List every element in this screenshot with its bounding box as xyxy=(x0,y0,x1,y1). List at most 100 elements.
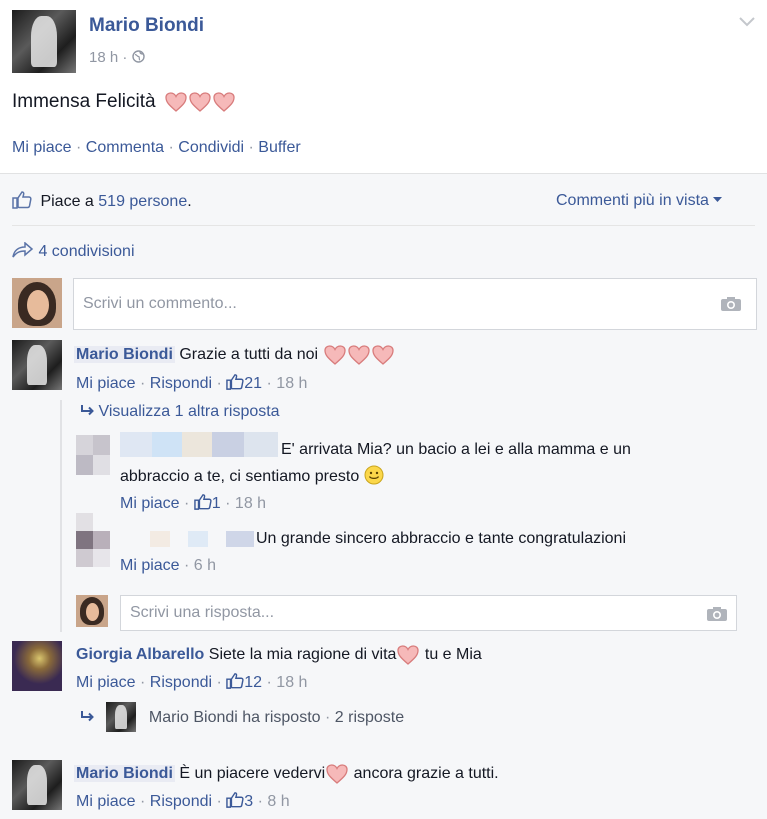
divider xyxy=(12,225,755,226)
replied-by-text: Mario Biondi ha risposto xyxy=(148,709,321,726)
comment-like-count[interactable]: 12 xyxy=(244,674,262,691)
comment-text-after: tu e Mia xyxy=(424,646,482,664)
reply-time[interactable]: 6 h xyxy=(194,557,216,574)
heart-icon xyxy=(213,92,235,112)
reply-actions: Mi piace · 6 h xyxy=(120,557,217,574)
comment-actions: Mi piace · Rispondi · 12 · 18 h xyxy=(76,673,308,691)
comment-body: Mario Biondi È un piacere vedervi ancora… xyxy=(74,762,499,786)
reply-like-link[interactable]: Mi piace xyxy=(120,495,180,512)
smiley-icon xyxy=(364,465,384,485)
like-link[interactable]: Mi piace xyxy=(12,139,72,156)
comment-text-after: ancora grazie a tutti. xyxy=(353,765,499,783)
reply-text: Un grande sincero abbraccio e tante cong… xyxy=(256,530,627,547)
comment-order-label: Commenti più in vista xyxy=(556,192,709,209)
reply-arrow-icon xyxy=(81,711,94,722)
reply-like-count[interactable]: 1 xyxy=(212,495,221,512)
caret-down-icon xyxy=(713,197,723,202)
thumbs-up-icon xyxy=(194,494,212,510)
comment-input-placeholder: Scrivi un commento... xyxy=(83,295,237,312)
comment-reply-link[interactable]: Rispondi xyxy=(150,793,212,810)
post-author-name[interactable]: Mario Biondi xyxy=(89,15,204,37)
hearts-emoticon xyxy=(323,345,395,365)
reply-input-placeholder: Scrivi una risposta... xyxy=(130,604,275,621)
reply-input[interactable]: Scrivi una risposta... xyxy=(120,595,737,631)
camera-icon[interactable] xyxy=(720,296,742,312)
shares-count: 4 condivisioni xyxy=(38,243,135,260)
comment-actions: Mi piace · Rispondi · 3 · 8 h xyxy=(76,792,290,810)
reply-arrow-icon xyxy=(81,405,94,416)
globe-icon xyxy=(131,50,145,63)
comment-order-dropdown[interactable]: Commenti più in vista xyxy=(556,192,723,210)
reply-actions: Mi piace · 1 · 18 h xyxy=(120,494,267,512)
likes-suffix: . xyxy=(187,193,192,210)
comment-like-link[interactable]: Mi piace xyxy=(76,793,136,810)
comment-input[interactable]: Scrivi un commento... xyxy=(73,278,757,330)
comment-like-link[interactable]: Mi piace xyxy=(76,674,136,691)
heart-icon xyxy=(323,345,346,365)
author-avatar[interactable] xyxy=(12,10,76,73)
post-actions: Mi piace · Commenta · Condividi · Buffer xyxy=(12,139,301,156)
comment-author[interactable]: Mario Biondi xyxy=(74,765,175,783)
post-text-row: Immensa Felicità xyxy=(12,90,236,114)
comment-author[interactable]: Mario Biondi xyxy=(74,346,175,364)
comment-link[interactable]: Commenta xyxy=(86,139,164,156)
camera-icon[interactable] xyxy=(706,606,728,622)
heart-icon xyxy=(165,92,187,112)
comment-body: Giorgia Albarello Siete la mia ragione d… xyxy=(76,643,482,667)
thumbs-up-icon xyxy=(226,673,244,689)
share-arrow-icon xyxy=(12,241,34,258)
reply-avatar-pixelated xyxy=(76,435,110,475)
reply-text: abbraccio a te, ci sentiamo presto xyxy=(120,468,360,485)
thumbs-up-icon xyxy=(226,374,244,390)
replier-avatar xyxy=(106,702,137,732)
reply-text-line1: E' arrivata Mia? un bacio a lei e alla m… xyxy=(281,441,631,458)
comment-time[interactable]: 8 h xyxy=(267,793,289,810)
comment-time[interactable]: 18 h xyxy=(276,375,307,392)
reply-like-link[interactable]: Mi piace xyxy=(120,557,180,574)
likes-row: Piace a 519 persone. xyxy=(12,190,192,211)
post-meta: 18 h · xyxy=(89,49,145,66)
chevron-down-icon[interactable] xyxy=(738,16,756,28)
comment-reply-link[interactable]: Rispondi xyxy=(150,674,212,691)
comment-text: Grazie a tutti da noi xyxy=(179,346,319,364)
user-avatar xyxy=(76,595,108,627)
view-more-replies[interactable]: Visualizza 1 altra risposta xyxy=(80,403,280,421)
commenter-avatar[interactable] xyxy=(12,760,62,810)
reply-text-line2: abbraccio a te, ci sentiamo presto xyxy=(120,465,384,486)
user-avatar xyxy=(12,278,62,328)
shares-row[interactable]: 4 condivisioni xyxy=(12,241,135,261)
reply-time[interactable]: 18 h xyxy=(235,495,266,512)
post-text: Immensa Felicità xyxy=(12,91,156,113)
likes-count[interactable]: 519 persone xyxy=(98,193,187,210)
replied-summary[interactable]: Mario Biondi ha risposto · 2 risposte xyxy=(80,702,404,732)
reply-author-pixelated[interactable] xyxy=(120,432,278,457)
hearts-emoticon xyxy=(164,91,236,112)
commenter-avatar[interactable] xyxy=(12,641,62,691)
likes-prefix: Piace a xyxy=(40,193,99,210)
comment-like-count[interactable]: 3 xyxy=(244,793,253,810)
view-more-label: Visualizza 1 altra risposta xyxy=(98,403,280,420)
buffer-link[interactable]: Buffer xyxy=(258,139,300,156)
reply-avatar-pixelated xyxy=(76,513,110,567)
comment-text: Siete la mia ragione di vita xyxy=(208,646,397,664)
commenter-avatar[interactable] xyxy=(12,340,62,390)
heart-icon xyxy=(397,645,420,665)
replies-count: 2 risposte xyxy=(334,709,405,726)
replies-thread-line xyxy=(60,400,62,632)
share-link[interactable]: Condividi xyxy=(178,139,244,156)
reply-author-pixelated[interactable] xyxy=(150,531,254,547)
post-time[interactable]: 18 h xyxy=(89,49,118,66)
thumbs-up-icon xyxy=(12,191,32,209)
comment-actions: Mi piace · Rispondi · 21 · 18 h xyxy=(76,374,308,392)
comment-like-count[interactable]: 21 xyxy=(244,375,262,392)
heart-icon xyxy=(189,92,211,112)
comment-time[interactable]: 18 h xyxy=(276,674,307,691)
heart-icon xyxy=(371,345,394,365)
thumbs-up-icon xyxy=(226,792,244,808)
comment-body: Mario Biondi Grazie a tutti da noi xyxy=(74,343,395,367)
comment-author[interactable]: Giorgia Albarello xyxy=(76,646,204,663)
comment-like-link[interactable]: Mi piace xyxy=(76,375,136,392)
heart-icon xyxy=(326,764,348,784)
comment-reply-link[interactable]: Rispondi xyxy=(150,375,212,392)
comment-text: È un piacere vedervi xyxy=(179,765,326,783)
